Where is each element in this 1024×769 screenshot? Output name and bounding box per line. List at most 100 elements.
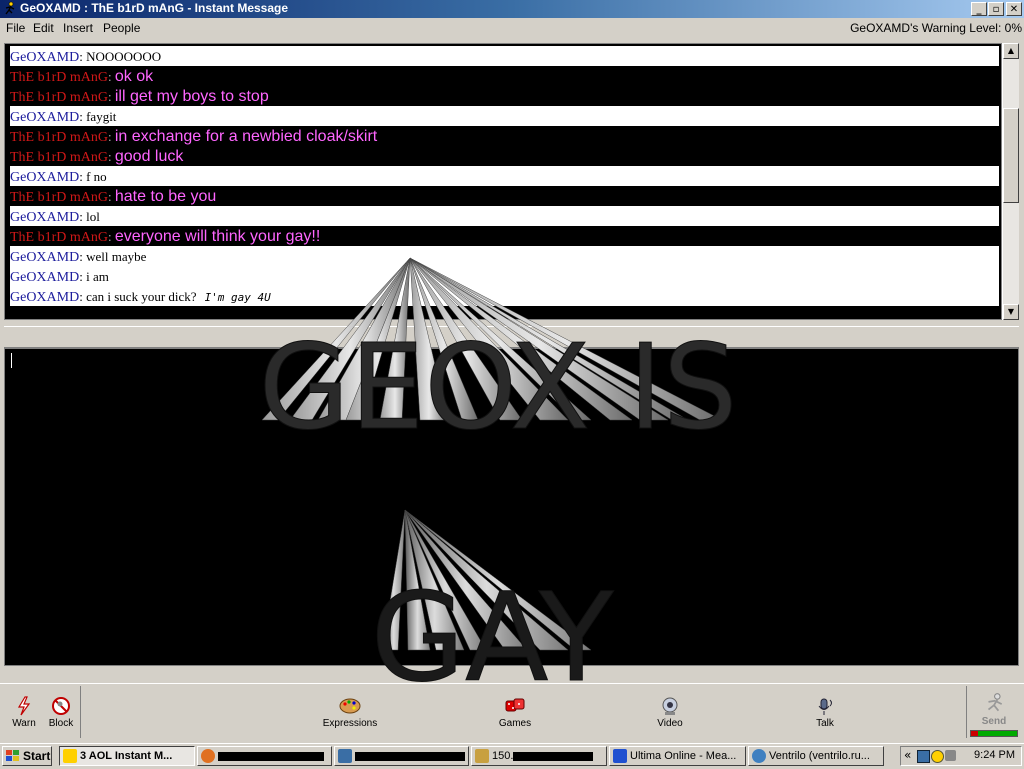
sender-name[interactable]: ThE b1rD mAnG bbox=[10, 70, 108, 85]
menu-file[interactable]: File bbox=[6, 21, 25, 35]
title-bar[interactable]: GeOXAMD : ThE b1rD mAnG - Instant Messag… bbox=[0, 0, 1024, 18]
aim-running-man-icon bbox=[5, 1, 15, 15]
windows-taskbar: Start 3 AOL Instant M... 150. Ultima Onlin… bbox=[0, 743, 1024, 769]
menu-people[interactable]: People bbox=[103, 21, 140, 35]
taskbar-button[interactable]: Ventrilo (ventrilo.ru... bbox=[748, 746, 884, 766]
expressions-button[interactable]: Expressions bbox=[320, 696, 380, 729]
sender-name[interactable]: ThE b1rD mAnG bbox=[10, 150, 108, 165]
menu-bar: File Edit Insert People GeOXAMD's Warnin… bbox=[0, 18, 1024, 38]
send-running-man-icon bbox=[987, 693, 1003, 712]
message-text: well maybe bbox=[86, 249, 147, 264]
taskbar-button[interactable]: 3 AOL Instant M... bbox=[59, 746, 195, 766]
message-text: f no bbox=[86, 169, 107, 184]
warn-button[interactable]: Warn bbox=[10, 696, 38, 729]
text-caret bbox=[11, 353, 12, 368]
sender-separator: : bbox=[108, 229, 115, 244]
message-text: ill get my boys to stop bbox=[114, 88, 269, 105]
sender-name[interactable]: GeOXAMD bbox=[10, 290, 79, 305]
lightning-icon bbox=[17, 696, 31, 716]
start-label: Start bbox=[23, 749, 51, 763]
menu-edit[interactable]: Edit bbox=[33, 21, 54, 35]
conversation-pane[interactable]: GeOXAMD: NOOOOOOO ThE b1rD mAnG: ok ok ThE… bbox=[4, 43, 1002, 320]
message-row: GeOXAMD: can i suck your dick? I'm gay 4U bbox=[10, 286, 999, 306]
message-text: faygit bbox=[86, 109, 117, 124]
games-label: Games bbox=[498, 718, 532, 729]
send-button[interactable]: Send bbox=[970, 692, 1018, 737]
pencil-icon bbox=[475, 749, 489, 763]
volume-icon[interactable] bbox=[945, 750, 956, 761]
warn-label: Warn bbox=[12, 718, 36, 729]
sender-separator: : bbox=[108, 189, 115, 204]
taskbar-button[interactable]: Ultima Online - Mea... bbox=[609, 746, 746, 766]
system-tray: « 9:24 PM bbox=[900, 746, 1022, 766]
sender-name[interactable]: ThE b1rD mAnG bbox=[10, 130, 108, 145]
app-icon bbox=[338, 749, 352, 763]
message-row: ThE b1rD mAnG: ok ok bbox=[10, 66, 999, 86]
message-row: ThE b1rD mAnG: ill get my boys to stop bbox=[10, 86, 999, 106]
maximize-button[interactable]: ▫ bbox=[988, 2, 1004, 16]
message-text: can i suck your dick? bbox=[86, 289, 197, 304]
conversation-scrollbar[interactable]: ▲ ▼ bbox=[1002, 43, 1019, 320]
warning-meter bbox=[970, 730, 1018, 737]
redaction-bar bbox=[355, 751, 465, 761]
sender-name[interactable]: ThE b1rD mAnG bbox=[10, 90, 108, 105]
scroll-up-arrow-icon[interactable]: ▲ bbox=[1003, 43, 1019, 59]
taskbar-button[interactable] bbox=[197, 746, 332, 766]
message-row: GeOXAMD: well maybe bbox=[10, 246, 999, 266]
formatting-toolbar[interactable] bbox=[4, 326, 1019, 348]
sender-name[interactable]: GeOXAMD bbox=[10, 210, 79, 225]
message-row: ThE b1rD mAnG: everyone will think your … bbox=[10, 226, 999, 246]
ventrilo-icon bbox=[752, 749, 766, 763]
webcam-icon bbox=[662, 697, 678, 715]
sender-name[interactable]: ThE b1rD mAnG bbox=[10, 230, 108, 245]
message-compose-area[interactable] bbox=[4, 348, 1019, 666]
expressions-label: Expressions bbox=[322, 718, 378, 729]
message-row: GeOXAMD: lol bbox=[10, 206, 999, 226]
send-label: Send bbox=[981, 716, 1007, 727]
message-row: GeOXAMD: NOOOOOOO bbox=[10, 46, 999, 66]
taskbar-button[interactable]: 150. bbox=[471, 746, 607, 766]
window-icon bbox=[613, 749, 627, 763]
video-label: Video bbox=[657, 718, 683, 729]
video-button[interactable]: Video bbox=[652, 696, 688, 729]
menu-insert[interactable]: Insert bbox=[63, 21, 93, 35]
tray-chevron-icon[interactable]: « bbox=[904, 748, 911, 762]
network-icon[interactable] bbox=[917, 750, 930, 763]
sender-separator: : bbox=[108, 129, 115, 144]
sender-name[interactable]: GeOXAMD bbox=[10, 250, 79, 265]
message-text: good luck bbox=[114, 148, 184, 165]
dice-icon bbox=[505, 698, 525, 712]
games-button[interactable]: Games bbox=[495, 696, 535, 729]
clock[interactable]: 9:24 PM bbox=[974, 749, 1015, 761]
scroll-down-arrow-icon[interactable]: ▼ bbox=[1003, 304, 1019, 320]
taskbar-button[interactable] bbox=[334, 746, 469, 766]
sender-name[interactable]: GeOXAMD bbox=[10, 50, 79, 65]
sender-separator: : bbox=[108, 69, 115, 84]
taskbar-button-label: 150. bbox=[492, 750, 514, 762]
talk-label: Talk bbox=[816, 718, 834, 729]
sender-name[interactable]: ThE b1rD mAnG bbox=[10, 190, 108, 205]
message-text: in exchange for a newbied cloak/skirt bbox=[114, 128, 378, 145]
block-button[interactable]: Block bbox=[46, 696, 76, 729]
message-text: i am bbox=[86, 269, 109, 284]
message-text: ok ok bbox=[114, 68, 154, 85]
taskbar-button-label: 3 AOL Instant M... bbox=[80, 750, 173, 762]
start-button[interactable]: Start bbox=[2, 746, 52, 766]
message-row: GeOXAMD: i am bbox=[10, 266, 999, 286]
redaction-bar bbox=[218, 751, 324, 761]
message-row: ThE b1rD mAnG: hate to be you bbox=[10, 186, 999, 206]
aim-tray-icon[interactable] bbox=[931, 750, 944, 763]
warning-level: GeOXAMD's Warning Level: 0% bbox=[850, 21, 1022, 35]
sender-separator: : bbox=[108, 149, 115, 164]
sender-name[interactable]: GeOXAMD bbox=[10, 170, 79, 185]
sender-separator: : bbox=[108, 89, 115, 104]
sender-name[interactable]: GeOXAMD bbox=[10, 110, 79, 125]
minimize-button[interactable]: _ bbox=[971, 2, 987, 16]
message-row: ThE b1rD mAnG: good luck bbox=[10, 146, 999, 166]
firefox-icon bbox=[201, 749, 215, 763]
handwritten-note: I'm gay 4U bbox=[204, 291, 271, 304]
talk-button[interactable]: Talk bbox=[810, 696, 840, 729]
close-button[interactable]: ✕ bbox=[1006, 2, 1022, 16]
sender-name[interactable]: GeOXAMD bbox=[10, 270, 79, 285]
scroll-thumb[interactable] bbox=[1003, 108, 1019, 203]
